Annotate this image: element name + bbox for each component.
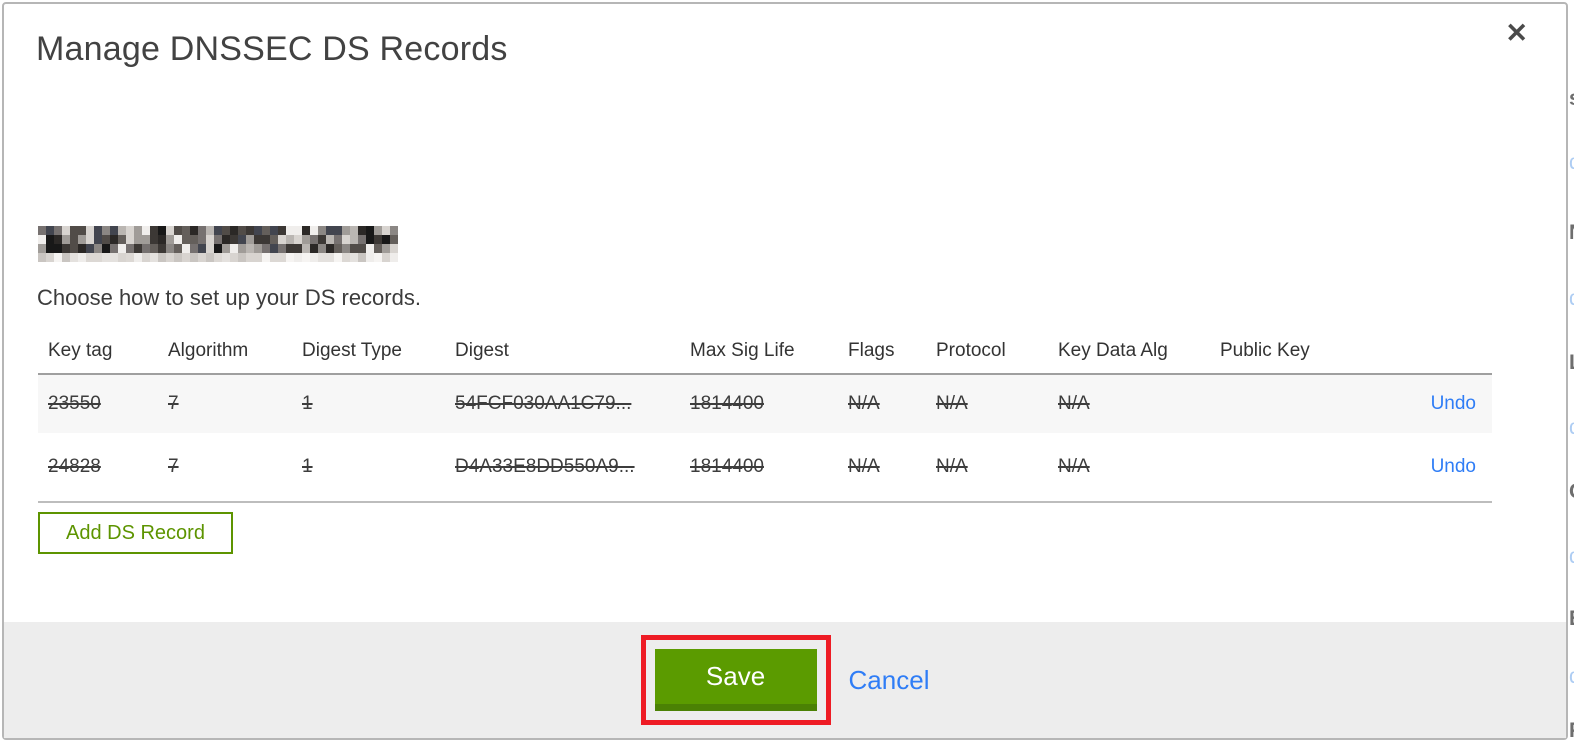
column-header: Protocol: [936, 340, 1006, 361]
cell-protocol: N/A: [936, 393, 968, 414]
cell-key-data-alg: N/A: [1058, 456, 1090, 477]
column-header: Key tag: [48, 340, 113, 361]
background-text-fragment: C: [1569, 481, 1574, 502]
cell-digest: D4A33E8DD550A9...: [455, 456, 635, 477]
modal-footer: Save Cancel: [4, 622, 1566, 738]
column-header: Max Sig Life: [690, 340, 795, 361]
cell-algorithm: 7: [168, 393, 179, 414]
cell-digest-type: 1: [302, 393, 313, 414]
modal-title: Manage DNSSEC DS Records: [36, 30, 508, 68]
cell-digest: 54FCF030AA1C79...: [455, 393, 632, 414]
column-header: Digest Type: [302, 340, 402, 361]
cell-flags: N/A: [848, 456, 880, 477]
modal-subtitle: Choose how to set up your DS records.: [37, 285, 421, 310]
background-text-fragment: d: [1569, 417, 1574, 438]
cancel-link[interactable]: Cancel: [849, 665, 930, 696]
background-text-fragment: d: [1569, 546, 1574, 567]
ds-records-table: Key tag Algorithm Digest Type Digest Max Sig…: [38, 329, 1492, 503]
manage-dnssec-modal: Manage DNSSEC DS Records ✕ Choose how to…: [2, 2, 1568, 740]
cell-key-tag: 23550: [48, 393, 101, 414]
column-header: Digest: [455, 340, 509, 361]
cell-digest-type: 1: [302, 456, 313, 477]
column-header: Algorithm: [168, 340, 249, 361]
column-header: Key Data Alg: [1058, 340, 1168, 361]
add-ds-record-button[interactable]: Add DS Record: [38, 512, 233, 554]
table-header: Key tag Algorithm Digest Type Digest Max Sig…: [38, 329, 1492, 373]
background-text-fragment: N: [1569, 222, 1574, 243]
background-text-fragment: E: [1569, 608, 1574, 629]
cell-key-data-alg: N/A: [1058, 393, 1090, 414]
background-text-fragment: s: [1569, 88, 1574, 109]
background-text-fragment: d: [1569, 666, 1574, 687]
page: s d Nd Ld Cd Ed P Manage DNSSEC DS Records ✕ C…: [0, 0, 1574, 746]
table-body: 23550 7 1 54FCF030AA1C79... 1814400 N/A N/A N/A…: [38, 373, 1492, 503]
cell-action: Undo: [1360, 393, 1492, 415]
cell-action: Undo: [1360, 456, 1492, 478]
background-text-fragment: d: [1569, 288, 1574, 309]
cell-algorithm: 7: [168, 456, 179, 477]
undo-link[interactable]: Undo: [1431, 393, 1476, 414]
table-row: 23550 7 1 54FCF030AA1C79... 1814400 N/A N/A N/A…: [38, 375, 1492, 433]
table-row: 24828 7 1 D4A33E8DD550A9... 1814400 N/A N/A N/A…: [38, 433, 1492, 501]
column-header: Public Key: [1220, 340, 1310, 361]
background-text-fragment: P: [1569, 720, 1574, 741]
annotation-red-box: Save: [640, 635, 831, 725]
background-text-fragment: L: [1569, 352, 1574, 373]
cell-flags: N/A: [848, 393, 880, 414]
cell-key-tag: 24828: [48, 456, 101, 477]
background-text-fragment: d: [1569, 152, 1574, 173]
cell-protocol: N/A: [936, 456, 968, 477]
close-icon[interactable]: ✕: [1505, 20, 1528, 47]
cell-max-sig-life: 1814400: [690, 456, 764, 477]
redacted-domain: [38, 226, 398, 262]
save-button[interactable]: Save: [654, 649, 817, 711]
cell-max-sig-life: 1814400: [690, 393, 764, 414]
undo-link[interactable]: Undo: [1431, 456, 1476, 477]
background-page-sliver: s d Nd Ld Cd Ed P: [1568, 0, 1574, 746]
column-header: Flags: [848, 340, 895, 361]
